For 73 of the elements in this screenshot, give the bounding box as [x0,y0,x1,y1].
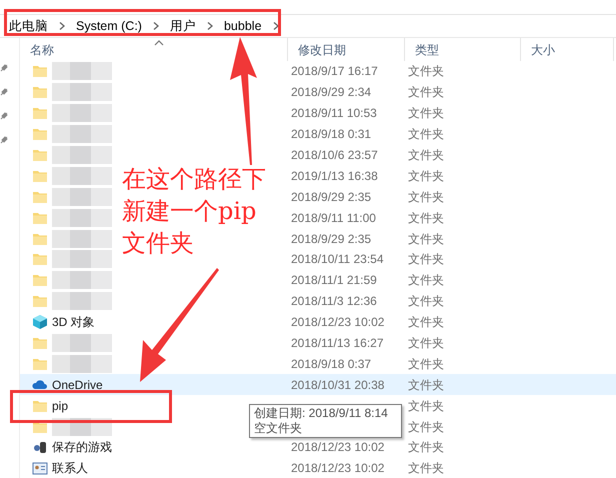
file-type: 文件夹 [408,378,444,392]
modified-date: 2018/9/17 16:17 [291,64,378,78]
folder-icon [32,63,48,80]
folder-icon [32,105,48,122]
chevron-icon [59,22,65,30]
modified-date: 2018/12/23 10:02 [291,315,384,330]
modified-date: 2018/11/3 12:36 [291,294,377,308]
file-type: 文件夹 [408,148,444,162]
gamepad-icon [32,439,48,456]
pin-icon [0,64,8,72]
folder-icon [32,84,48,100]
modified-date: 2018/11/13 16:27 [291,336,384,350]
breadcrumb-item[interactable]: 此电脑 [6,16,51,36]
chevron-icon [206,22,213,30]
file-type: 文件夹 [408,461,444,476]
folder-icon [32,126,48,142]
file-type: 文件夹 [408,252,444,266]
file-name[interactable]: 保存的游戏 [52,438,112,456]
contact-card-icon [32,460,48,476]
breadcrumb-item[interactable]: System (C:) [73,16,145,36]
pin-icon [0,112,8,120]
file-type: 文件夹 [408,294,444,308]
modified-date: 2018/9/29 2:35 [291,190,372,204]
chevron-icon [152,22,159,30]
modified-date: 2019/1/13 16:38 [291,168,378,183]
modified-date: 2018/9/29 2:35 [291,232,372,246]
modified-date: 2018/9/18 0:37 [291,356,372,371]
file-type: 文件夹 [408,356,444,371]
modified-date: 2018/12/23 10:02 [291,440,384,454]
file-type: 文件夹 [408,85,444,100]
file-type: 文件夹 [408,440,444,454]
pin-icon [0,136,8,144]
column-header[interactable]: 修改日期 [288,38,405,61]
file-type: 文件夹 [408,106,444,120]
modified-date: 2018/10/11 23:54 [291,252,384,266]
modified-date: 2018/11/1 21:59 [291,273,377,288]
modified-date: 2018/10/31 20:38 [291,378,384,392]
pin-icon [0,88,8,96]
file-type: 文件夹 [408,232,444,246]
modified-date: 2018/9/18 0:31 [291,127,372,142]
file-type: 文件夹 [408,315,444,330]
file-name[interactable]: pip [52,396,68,415]
file-type: 文件夹 [408,420,444,434]
folder-icon [32,272,48,288]
breadcrumb-item[interactable]: bubble [220,16,265,36]
folder-icon [32,335,48,352]
file-type: 文件夹 [408,398,444,413]
breadcrumb-item[interactable]: 用户 [166,16,199,36]
modified-date: 2018/9/11 10:53 [291,106,377,120]
folder-icon [32,293,48,310]
chevron-icon [272,22,279,30]
file-type: 文件夹 [408,127,444,142]
folder-icon [32,251,48,268]
column-header[interactable]: 类型 [405,38,521,61]
modified-date: 2018/9/11 11:00 [291,210,376,225]
cube-icon [32,314,48,330]
file-name[interactable]: 联系人 [52,459,88,478]
file-name[interactable]: OneDrive [52,376,103,394]
file-type: 文件夹 [408,210,444,225]
file-type: 文件夹 [408,273,444,288]
file-type: 文件夹 [408,168,444,183]
file-type: 文件夹 [408,64,444,78]
column-header[interactable]: 大小 [521,38,614,61]
modified-date: 2018/9/29 2:34 [291,85,372,100]
file-row[interactable]: OneDrive 2018/10/31 20:38 文件夹 [20,374,616,396]
file-name[interactable]: 3D 对象 [52,313,95,332]
tooltip: 创建日期: 2018/9/11 8:14 空文件夹 [249,404,402,438]
folder-icon [32,147,48,163]
annotation-text: 在这个路径下 新建一个pip 文件夹 [122,164,266,259]
file-type: 文件夹 [408,336,444,350]
file-type: 文件夹 [408,190,444,204]
modified-date: 2018/10/6 23:57 [291,148,378,162]
modified-date: 2018/12/23 10:02 [291,461,384,476]
